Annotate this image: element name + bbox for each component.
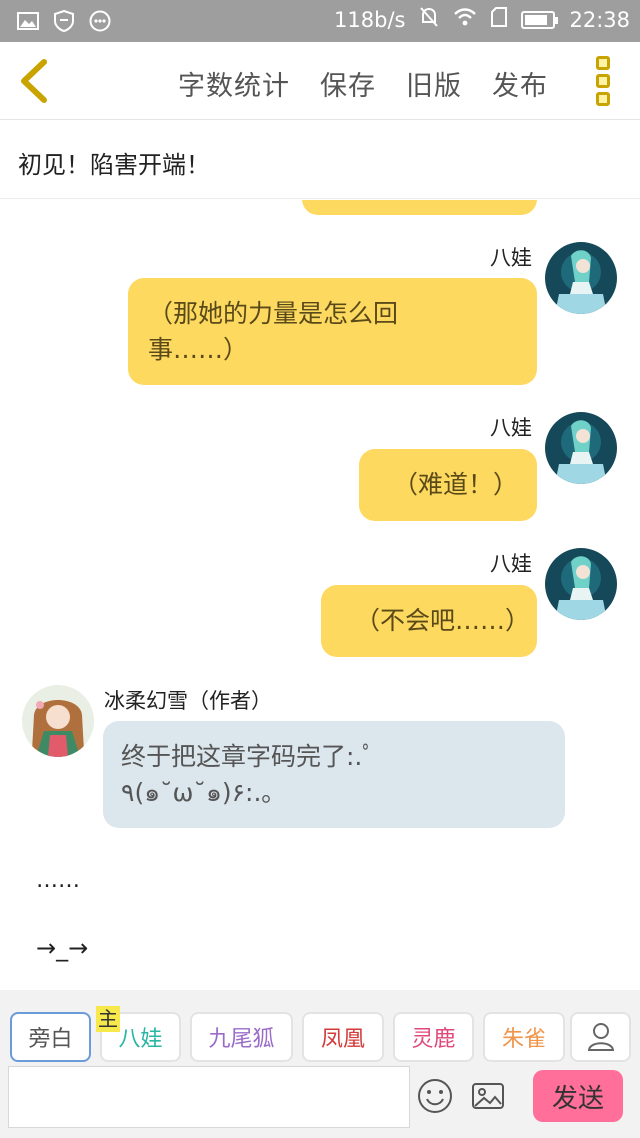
more-menu-button[interactable]	[596, 56, 612, 106]
send-button[interactable]: 发送	[533, 1070, 623, 1122]
chapter-title-bar[interactable]: 初见！陷害开端！	[0, 121, 640, 199]
role-narrator[interactable]: 旁白	[10, 1012, 91, 1062]
battery-level	[525, 14, 548, 25]
avatar-image	[545, 412, 617, 484]
message-line: ٩(๑˘ω˘๑)۶:.｡	[121, 778, 274, 807]
picture-icon	[472, 1083, 504, 1109]
author-name: 冰柔幻雪（作者）	[104, 689, 272, 713]
author-bubble[interactable]: 终于把这章字码完了:.ﾟ ٩(๑˘ω˘๑)۶:.｡	[103, 721, 565, 828]
status-right: 118b/s 22:38	[334, 6, 630, 33]
word-count-button[interactable]: 字数统计	[178, 64, 290, 103]
image-icon	[16, 9, 40, 33]
shield-icon	[52, 9, 76, 33]
role-fenghuang[interactable]: 凤凰	[302, 1012, 384, 1062]
avatar-image	[545, 548, 617, 620]
old-version-button[interactable]: 旧版	[406, 64, 462, 103]
role-linglu[interactable]: 灵鹿	[393, 1012, 474, 1062]
narration-line: →_→	[36, 934, 89, 962]
clock: 22:38	[569, 7, 630, 32]
status-bar: 118b/s 22:38	[0, 0, 640, 42]
sim-icon	[491, 7, 508, 32]
chapter-title: 初见！陷害开端！	[18, 151, 210, 179]
host-badge: 主	[96, 1006, 120, 1032]
role-jiuweihu[interactable]: 九尾狐	[190, 1012, 293, 1062]
save-button[interactable]: 保存	[320, 64, 376, 103]
more-icon	[88, 9, 112, 33]
wifi-icon	[453, 7, 477, 32]
message-line: （不会吧……）	[355, 606, 531, 635]
vertical-dots-icon	[596, 56, 610, 70]
publish-button[interactable]: 发布	[492, 64, 548, 103]
message-line: （那她的力量是怎么回	[148, 299, 399, 328]
chat-bubble-partial	[302, 200, 537, 215]
mute-icon	[419, 6, 439, 33]
message-line: 终于把这章字码完了:.ﾟ	[121, 742, 375, 771]
avatar[interactable]	[545, 242, 617, 314]
role-label: 旁白	[28, 1027, 73, 1052]
battery-icon	[521, 10, 559, 29]
avatar[interactable]	[545, 412, 617, 484]
avatar-image	[545, 242, 617, 314]
add-role-button[interactable]	[570, 1012, 631, 1062]
emoji-button[interactable]	[417, 1078, 455, 1116]
composer-bar: 旁白 八娃 主 九尾狐 凤凰 灵鹿 朱雀 发送	[0, 990, 640, 1138]
network-speed: 118b/s	[334, 7, 406, 32]
chevron-left-icon	[21, 59, 47, 103]
dot	[596, 92, 610, 106]
dot	[596, 74, 610, 88]
avatar-image	[22, 685, 94, 757]
chat-bubble[interactable]: （那她的力量是怎么回 事……）	[128, 278, 537, 385]
person-icon	[587, 1023, 614, 1051]
author-avatar[interactable]	[22, 685, 94, 757]
speaker-name: 八娃	[490, 416, 532, 440]
role-label: 凤凰	[320, 1027, 365, 1052]
back-button[interactable]	[14, 56, 54, 106]
message-input[interactable]	[8, 1066, 410, 1128]
speaker-name: 八娃	[490, 552, 532, 576]
speaker-name: 八娃	[490, 246, 532, 270]
role-label: 八娃	[118, 1027, 163, 1052]
role-zhuque[interactable]: 朱雀	[483, 1012, 565, 1062]
chat-bubble[interactable]: （难道！）	[359, 449, 537, 521]
chat-area[interactable]: 八娃 （那她的力量是怎么回 事……） 八娃 （难道！） 八娃 （不会吧……） 冰…	[0, 200, 640, 990]
narration-line: ……	[36, 868, 80, 893]
send-label: 发送	[551, 1083, 604, 1114]
status-left-icons	[16, 9, 112, 33]
smiley-icon	[418, 1079, 452, 1113]
role-label: 九尾狐	[208, 1027, 275, 1052]
role-label: 朱雀	[501, 1027, 546, 1052]
role-label: 灵鹿	[411, 1027, 456, 1052]
image-button[interactable]	[470, 1078, 508, 1116]
avatar[interactable]	[545, 548, 617, 620]
message-line: （难道！）	[393, 470, 519, 499]
chat-bubble[interactable]: （不会吧……）	[321, 585, 537, 657]
message-line: 事……）	[148, 335, 249, 364]
app-header: 字数统计 保存 旧版 发布	[0, 42, 640, 120]
